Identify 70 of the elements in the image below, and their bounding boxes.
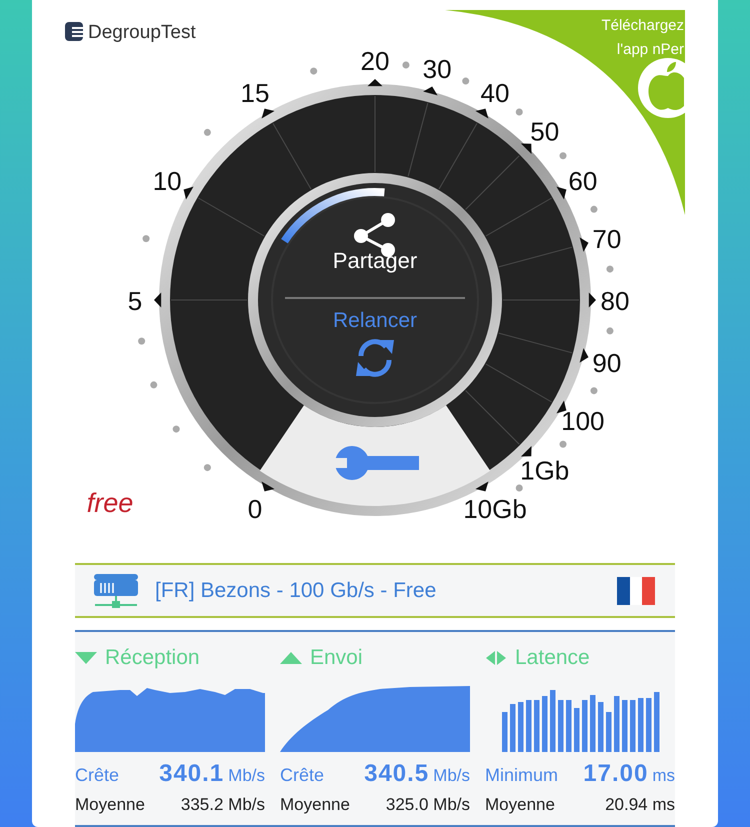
average-value: 335.2 Mb/s	[180, 794, 265, 816]
latency-bar	[526, 700, 532, 752]
scale-label: 100	[561, 406, 605, 436]
latency-bar	[534, 700, 540, 752]
latency-bar	[502, 712, 508, 752]
scale-label: 30	[422, 54, 452, 84]
average-label: Moyenne	[485, 794, 555, 816]
scale-label: 0	[248, 494, 262, 524]
settings-icon[interactable]	[336, 446, 419, 480]
latency-bar	[558, 700, 564, 752]
latency-bar	[510, 704, 516, 752]
scale-label: 5	[128, 286, 142, 316]
server-name: [FR] Bezons - 100 Gb/s - Free	[155, 578, 438, 604]
peak-label: Crête	[280, 764, 324, 787]
average-value: 325.0 Mb/s	[386, 794, 470, 816]
left-right-arrows-icon	[485, 650, 507, 666]
latency-bar	[606, 712, 612, 752]
scale-label: 90	[592, 348, 622, 378]
apple-icon	[638, 58, 685, 118]
peak-unit: ms	[652, 765, 675, 787]
latency-bar	[638, 698, 644, 752]
average-label: Moyenne	[280, 794, 350, 816]
promo-text: Téléchargez	[601, 17, 684, 34]
section-title: Latence	[515, 645, 590, 672]
section-title: Envoi	[310, 645, 363, 672]
brand-name: DegroupTest	[88, 22, 196, 43]
latency-bar	[574, 708, 580, 752]
scale-label: 50	[530, 116, 560, 146]
peak-value: 340.1	[159, 759, 224, 789]
latency-bar	[582, 700, 588, 752]
scale-label: 1Gb	[520, 456, 570, 486]
latency-bar	[590, 695, 596, 752]
down-triangle-icon	[75, 650, 97, 666]
scale-label: 10	[152, 166, 182, 196]
section-title: Réception	[105, 645, 200, 672]
scale-label: 10Gb	[463, 494, 527, 524]
average-value: 20.94 ms	[605, 794, 675, 816]
peak-label: Crête	[75, 764, 120, 787]
flag-icon	[617, 576, 655, 604]
latency-bar	[654, 692, 660, 752]
scale-label: 15	[240, 78, 270, 108]
peak-unit: Mb/s	[433, 765, 470, 787]
latency-bar	[646, 698, 652, 752]
refresh-icon[interactable]	[356, 339, 394, 377]
promo-text: l'app nPer	[616, 41, 684, 58]
latency-bar	[542, 696, 548, 752]
latency-bar	[550, 690, 556, 752]
peak-label: Minimum	[485, 764, 558, 787]
server-bar[interactable]: [FR] Bezons - 100 Gb/s - Free	[75, 563, 675, 618]
up-triangle-icon	[280, 650, 302, 666]
latency-bar	[566, 700, 572, 752]
latency-bar	[614, 696, 620, 752]
logo-icon	[65, 22, 83, 41]
peak-value: 17.00	[583, 759, 648, 789]
restart-button[interactable]: Relancer	[332, 309, 418, 332]
scale-label: 70	[592, 224, 622, 254]
latency-bar	[622, 700, 628, 752]
average-label: Moyenne	[75, 794, 145, 816]
scale-label: 60	[568, 166, 598, 196]
peak-unit: Mb/s	[228, 765, 265, 787]
latency-bar	[518, 702, 524, 752]
server-icon	[93, 572, 139, 608]
peak-value: 340.5	[364, 759, 430, 789]
scale-label: 20	[360, 46, 390, 76]
scale-label: 80	[600, 286, 630, 316]
latency-bar	[630, 700, 636, 752]
latency-bar	[598, 702, 604, 752]
scale-label: 40	[480, 78, 510, 108]
share-button[interactable]: Partager	[332, 248, 418, 273]
isp-logo: free	[86, 488, 134, 518]
